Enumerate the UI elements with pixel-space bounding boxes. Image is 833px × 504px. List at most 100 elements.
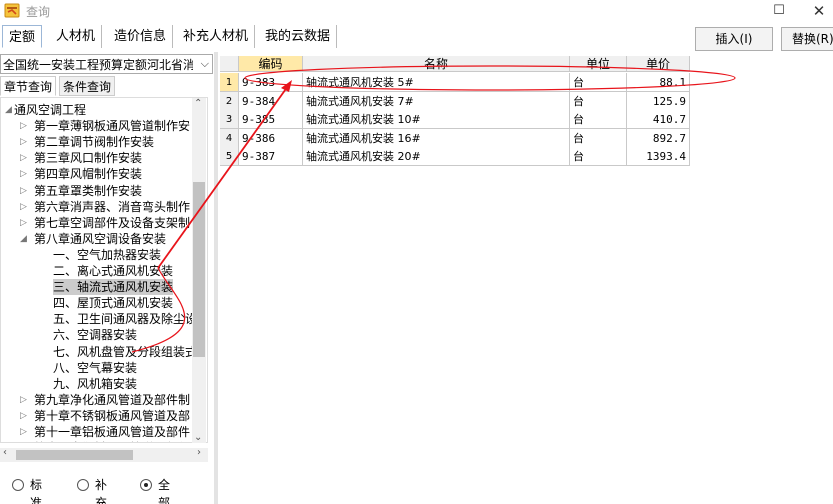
scroll-right-icon[interactable]: › [197,447,201,458]
radio-standard-circle[interactable] [12,479,24,491]
name-column-header[interactable]: 名称 [303,56,570,72]
table-cell-price[interactable]: 1393.4 [627,147,690,166]
tree-item-label: 第七章空调部件及设备支架制 [34,215,191,230]
table-cell-code[interactable]: 9-385 [239,110,303,129]
unit-column-header[interactable]: 单位 [570,56,627,72]
tree-item[interactable]: ▷ 第十章不锈钢板通风管道及部 [1,408,193,424]
scroll-up-icon[interactable]: ⌃ [194,98,202,109]
table-cell-name[interactable]: 轴流式通风机安装 10# [303,110,570,129]
expand-arrow-icon[interactable]: ▷ [20,215,30,231]
price-column-header[interactable]: 单价 [627,56,690,72]
main-tab-bar: 定额 人材机 造价信息 补充人材机 我的云数据 插入(I) 替换(R) [0,23,833,51]
row-number-cell[interactable]: 5 [220,147,239,166]
table-cell-code[interactable]: 9-386 [239,128,303,148]
row-number-cell[interactable]: 4 [220,128,239,148]
table-cell-name[interactable]: 轴流式通风机安装 16# [303,128,570,148]
expand-arrow-icon[interactable]: ▷ [20,118,30,134]
tree-item[interactable]: ▷ 第七章空调部件及设备支架制 [1,215,193,231]
tab-labor-material-machine[interactable]: 人材机 [50,25,103,48]
row-number-cell[interactable]: 2 [220,91,239,111]
radio-all-circle[interactable] [140,479,152,491]
tree-item[interactable]: ▷ 第十二章塑料通风管道及部件 [1,440,193,442]
expand-arrow-icon[interactable]: ▷ [20,199,30,215]
left-panel: 全国统一安装工程预算定额河北省消 ⌵ 章节查询 条件查询 ◢ 通风空调工程 ▷ 第一章… [0,52,214,504]
expand-arrow-icon[interactable]: ▷ [20,134,30,150]
panel-splitter[interactable] [214,52,218,504]
tree-item[interactable]: 五、卫生间通风器及除尘设 [1,311,197,327]
expand-arrow-icon[interactable]: ▷ [20,150,30,166]
tree-horizontal-scroll-thumb[interactable] [16,450,133,460]
table-cell-unit[interactable]: 台 [570,91,627,111]
window-title: 查询 [26,5,51,19]
scroll-down-icon[interactable]: ⌄ [194,432,202,443]
row-number-cell[interactable]: 3 [220,110,239,129]
scroll-left-icon[interactable]: ‹ [3,447,7,458]
chevron-down-icon[interactable]: ⌵ [201,57,209,71]
table-cell-price[interactable]: 892.7 [627,128,690,148]
tree-item[interactable]: 三、轴流式通风机安装 [1,279,193,296]
code-column-header[interactable]: 编码 [239,56,303,72]
table-cell-price[interactable]: 88.1 [627,73,690,92]
tree-item-label: 第十二章塑料通风管道及部件 [34,440,190,442]
table-cell-unit[interactable]: 台 [570,128,627,148]
tab-supplement-lmm[interactable]: 补充人材机 [177,25,256,48]
tree-item[interactable]: ▷ 第三章风口制作安装 [1,150,193,166]
table-cell-name[interactable]: 轴流式通风机安装 5# [303,73,570,92]
tree-item-label: 第三章风口制作安装 [34,151,143,166]
collapse-arrow-icon[interactable]: ◢ [20,231,30,247]
expand-arrow-icon[interactable]: ▷ [20,440,30,442]
tree-item-label: 第四章风帽制作安装 [34,167,143,182]
tree-item[interactable]: ▷ 第一章薄钢板通风管道制作安 [1,118,193,134]
quota-library-select[interactable]: 全国统一安装工程预算定额河北省消 ⌵ [0,54,213,74]
radio-supplement-circle[interactable] [77,479,89,491]
table-cell-price[interactable]: 410.7 [627,110,690,129]
table-cell-code[interactable]: 9-384 [239,91,303,111]
replace-button[interactable]: 替换(R) [781,27,833,51]
tree-item[interactable]: ▷ 第五章罩类制作安装 [1,183,193,199]
tab-quota[interactable]: 定额 [2,25,43,48]
tab-cloud-data[interactable]: 我的云数据 [259,25,338,48]
tree-item[interactable]: ▷ 第九章净化通风管道及部件制 [1,392,193,408]
table-cell-name[interactable]: 轴流式通风机安装 7# [303,91,570,111]
tree-item-label: 六、空调器安装 [53,328,138,343]
table-cell-unit[interactable]: 台 [570,147,627,166]
expand-arrow-icon[interactable]: ▷ [20,424,30,440]
table-cell-code[interactable]: 9-383 [239,73,303,92]
tree-item-label: 第九章净化通风管道及部件制 [34,392,191,407]
close-icon[interactable]: ✕ [799,0,833,22]
tree-item-label: 三、轴流式通风机安装 [53,279,174,296]
expand-arrow-icon[interactable]: ▷ [20,392,30,408]
tree-item[interactable]: 一、空气加热器安装 [1,247,193,263]
tree-item[interactable]: ▷ 第二章调节阀制作安装 [1,134,193,150]
chapter-tree: ◢ 通风空调工程 ▷ 第一章薄钢板通风管道制作安 ▷ 第二章调节阀制作安装 ▷ 第三章风口制作… [0,97,208,443]
tree-item[interactable]: ▷ 第十一章铝板通风管道及部件 [1,424,193,440]
radio-standard-label: 标准 [30,478,43,504]
table-cell-code[interactable]: 9-387 [239,147,303,166]
table-cell-unit[interactable]: 台 [570,110,627,129]
row-number-header[interactable] [220,56,239,72]
tree-item[interactable]: 八、空气幕安装 [1,360,193,376]
expand-arrow-icon[interactable]: ▷ [20,166,30,182]
tree-item[interactable]: 二、离心式通风机安装 [1,263,193,279]
tab-cost-info[interactable]: 造价信息 [108,25,174,48]
tree-item[interactable]: ▷ 第六章消声器、消音弯头制作 [1,199,193,215]
app-icon [4,3,20,18]
tree-item[interactable]: 七、风机盘管及分段组装式 [1,344,197,360]
tree-vertical-scroll-thumb[interactable] [193,182,205,357]
table-cell-name[interactable]: 轴流式通风机安装 20# [303,147,570,166]
tab-chapter-query[interactable]: 章节查询 [0,76,57,96]
table-cell-price[interactable]: 125.9 [627,91,690,111]
expand-arrow-icon[interactable]: ▷ [20,408,30,424]
maximize-icon[interactable]: ☐ [759,0,799,22]
expand-arrow-icon[interactable]: ▷ [20,183,30,199]
tab-condition-query[interactable]: 条件查询 [59,76,116,96]
tree-item[interactable]: ◢ 通风空调工程 [1,102,193,118]
tree-item[interactable]: 九、风机箱安装 [1,376,193,392]
tree-item[interactable]: ◢ 第八章通风空调设备安装 [1,231,193,247]
insert-button[interactable]: 插入(I) [695,27,773,51]
tree-item[interactable]: 四、屋顶式通风机安装 [1,295,193,311]
row-number-cell[interactable]: 1 [220,73,239,92]
tree-item[interactable]: 六、空调器安装 [1,327,193,343]
tree-item[interactable]: ▷ 第四章风帽制作安装 [1,166,193,182]
table-cell-unit[interactable]: 台 [570,73,627,92]
